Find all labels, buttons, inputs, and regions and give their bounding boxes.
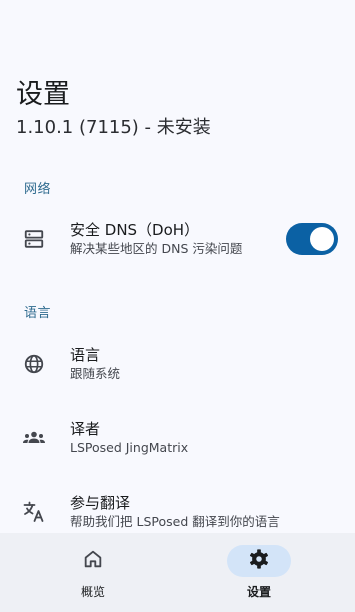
section-label-language: 语言	[24, 306, 52, 321]
setting-summary: 跟随系统	[70, 366, 121, 381]
secure-dns-toggle[interactable]	[286, 223, 338, 255]
nav-label: 概览	[80, 585, 105, 599]
setting-title: 参与翻译	[70, 494, 131, 512]
setting-summary: 解决某些地区的 DNS 污染问题	[70, 241, 243, 256]
setting-translators[interactable]: 译者 LSPosed JingMatrix	[0, 406, 355, 470]
nav-indicator-active	[227, 545, 291, 577]
setting-title: 安全 DNS（DoH）	[70, 221, 200, 239]
nav-label: 设置	[246, 585, 271, 599]
group-icon	[22, 426, 46, 450]
translate-icon	[22, 500, 46, 524]
setting-title: 语言	[70, 346, 101, 364]
setting-summary: 帮助我们把 LSPosed 翻译到你的语言	[70, 514, 280, 529]
toggle-knob	[310, 227, 334, 251]
setting-secure-dns[interactable]: 安全 DNS（DoH） 解决某些地区的 DNS 污染问题	[0, 207, 355, 271]
setting-language[interactable]: 语言 跟随系统	[0, 332, 355, 396]
home-icon	[82, 548, 104, 574]
nav-indicator	[61, 545, 125, 577]
nav-item-overview[interactable]: 概览	[45, 545, 141, 605]
setting-title: 译者	[70, 420, 101, 438]
setting-summary: LSPosed JingMatrix	[70, 440, 189, 455]
bottom-navigation: 概览 设置	[0, 533, 355, 612]
page-title: 设置	[16, 79, 70, 110]
dns-icon	[22, 227, 46, 251]
nav-item-settings[interactable]: 设置	[211, 545, 307, 605]
section-label-network: 网络	[24, 182, 52, 197]
gear-icon	[248, 548, 270, 574]
globe-icon	[22, 352, 46, 376]
page-header: 设置 1.10.1 (7115) - 未安装	[16, 78, 339, 140]
version-status: 1.10.1 (7115) - 未安装	[16, 117, 211, 138]
